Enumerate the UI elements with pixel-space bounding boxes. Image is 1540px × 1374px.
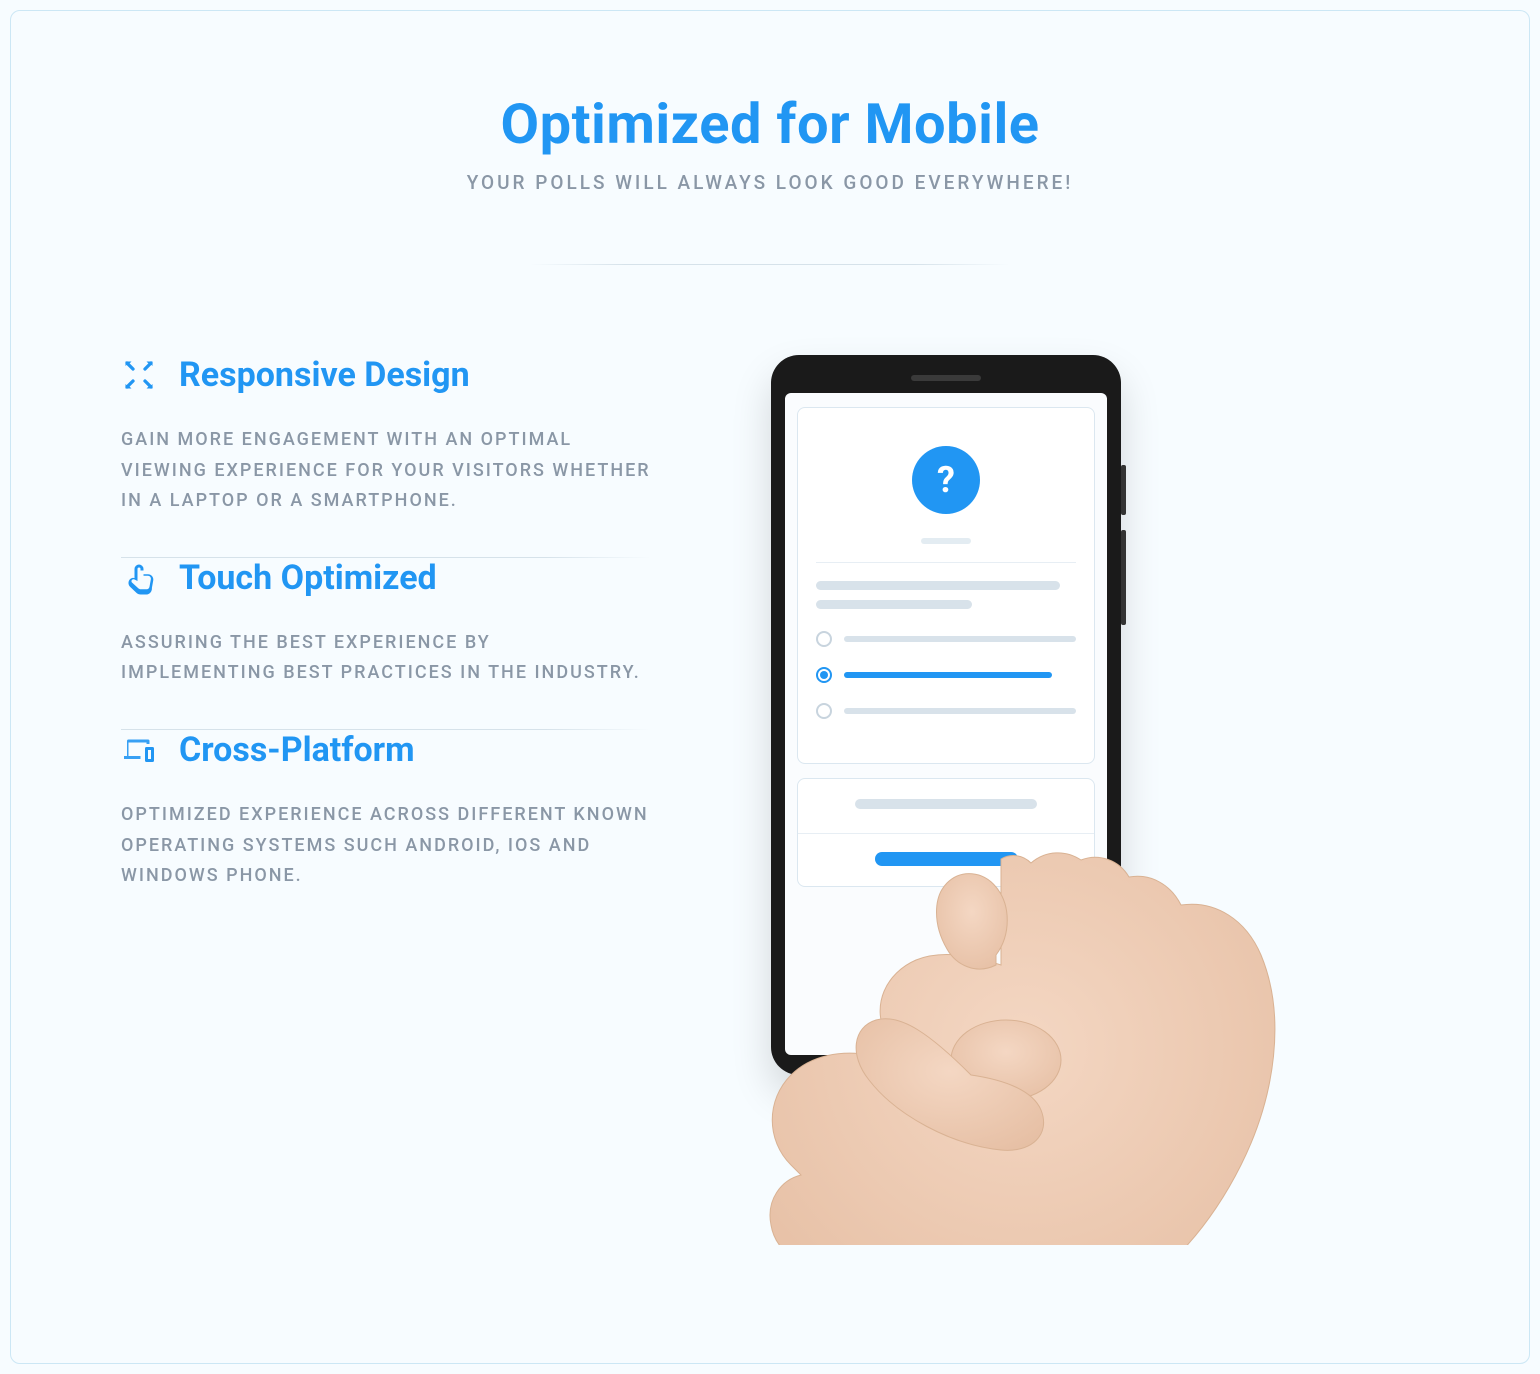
placeholder-line bbox=[855, 799, 1037, 809]
feature-description: ASSURING THE BEST EXPERIENCE BY IMPLEMEN… bbox=[121, 628, 651, 689]
feature-header: Touch Optimized bbox=[121, 558, 651, 598]
touch-icon bbox=[121, 560, 157, 596]
feature-header: Responsive Design bbox=[121, 355, 651, 395]
poll-card: ? bbox=[797, 407, 1095, 764]
poll-option-selected bbox=[816, 667, 1076, 683]
marketing-card: Optimized for Mobile YOUR POLLS WILL ALW… bbox=[10, 10, 1530, 1364]
poll-options bbox=[816, 631, 1076, 719]
feature-title: Cross-Platform bbox=[179, 730, 415, 770]
divider bbox=[798, 833, 1094, 834]
feature-description: GAIN MORE ENGAGEMENT WITH AN OPTIMAL VIE… bbox=[121, 425, 651, 517]
divider bbox=[530, 264, 1010, 265]
phone-screen: ? bbox=[785, 393, 1107, 1055]
radio-checked-icon bbox=[816, 667, 832, 683]
placeholder-line bbox=[844, 708, 1076, 714]
feature-touch: Touch Optimized ASSURING THE BEST EXPERI… bbox=[121, 558, 651, 729]
question-icon: ? bbox=[912, 446, 980, 514]
placeholder-line bbox=[921, 538, 971, 544]
feature-list: Responsive Design GAIN MORE ENGAGEMENT W… bbox=[121, 355, 651, 1115]
content-row: Responsive Design GAIN MORE ENGAGEMENT W… bbox=[121, 355, 1419, 1115]
phone-speaker bbox=[911, 375, 981, 381]
poll-submit-card bbox=[797, 778, 1095, 887]
phone-side-button bbox=[1121, 465, 1126, 515]
divider bbox=[816, 562, 1076, 563]
feature-title: Touch Optimized bbox=[179, 558, 437, 598]
devices-icon bbox=[121, 732, 157, 768]
phone-frame: ? bbox=[771, 355, 1121, 1075]
placeholder-line bbox=[844, 636, 1076, 642]
header: Optimized for Mobile YOUR POLLS WILL ALW… bbox=[121, 91, 1419, 194]
radio-icon bbox=[816, 631, 832, 647]
phone-side-button bbox=[1121, 530, 1126, 625]
phone-illustration: ? bbox=[711, 355, 1419, 1115]
feature-description: OPTIMIZED EXPERIENCE ACROSS DIFFERENT KN… bbox=[121, 800, 651, 892]
poll-option bbox=[816, 703, 1076, 719]
radio-icon bbox=[816, 703, 832, 719]
feature-cross-platform: Cross-Platform OPTIMIZED EXPERIENCE ACRO… bbox=[121, 730, 651, 932]
page-title: Optimized for Mobile bbox=[121, 91, 1419, 157]
placeholder-line bbox=[844, 672, 1052, 678]
feature-responsive: Responsive Design GAIN MORE ENGAGEMENT W… bbox=[121, 355, 651, 557]
placeholder-line bbox=[816, 581, 1060, 590]
expand-icon bbox=[121, 357, 157, 393]
page-subtitle: YOUR POLLS WILL ALWAYS LOOK GOOD EVERYWH… bbox=[121, 171, 1419, 194]
poll-option bbox=[816, 631, 1076, 647]
placeholder-line bbox=[816, 600, 972, 609]
feature-header: Cross-Platform bbox=[121, 730, 651, 770]
feature-title: Responsive Design bbox=[179, 355, 470, 395]
submit-button-placeholder bbox=[875, 852, 1018, 866]
